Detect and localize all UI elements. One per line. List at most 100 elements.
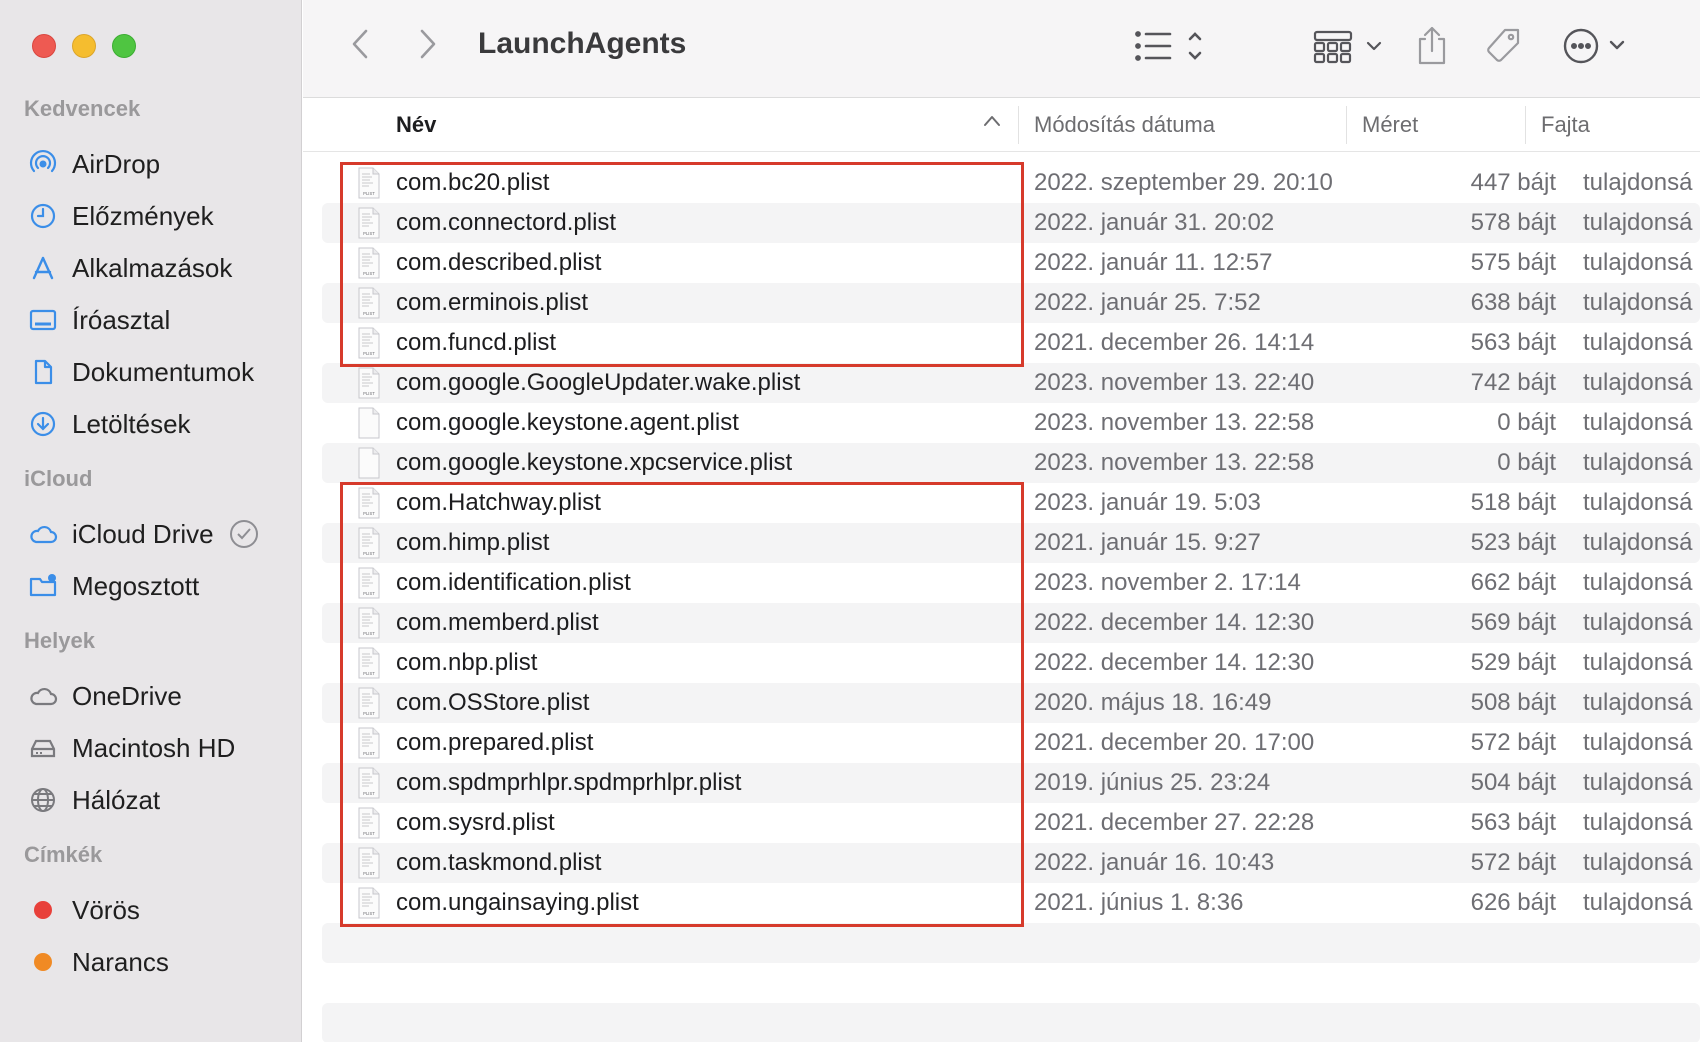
sidebar-item-icloud-drive[interactable]: iCloud Drive bbox=[26, 514, 260, 554]
file-row[interactable]: PLIST com.funcd.plist 2021. december 26. 1… bbox=[322, 323, 1700, 363]
file-row[interactable]: PLIST com.sysrd.plist 2021. december 27. 2… bbox=[322, 803, 1700, 843]
column-kind-header[interactable]: Fajta bbox=[1541, 112, 1590, 138]
chevron-right-icon bbox=[420, 29, 436, 59]
file-row[interactable]: PLIST com.nbp.plist 2022. december 14. 12:… bbox=[322, 643, 1700, 683]
window-controls bbox=[32, 34, 136, 58]
tags-button[interactable] bbox=[1483, 24, 1523, 68]
file-name: com.connectord.plist bbox=[396, 209, 617, 236]
globe-icon bbox=[26, 783, 60, 817]
file-row[interactable]: PLIST com.himp.plist 2021. január 15. 9:27… bbox=[322, 523, 1700, 563]
share-button[interactable] bbox=[1415, 24, 1449, 68]
sidebar-item-tag-red[interactable]: Vörös bbox=[26, 890, 140, 930]
file-modified-date: 2021. december 20. 17:00 bbox=[1034, 729, 1315, 756]
zoom-window-button[interactable] bbox=[112, 34, 136, 58]
file-size: 572 bájt bbox=[1470, 729, 1556, 756]
column-header: Név Módosítás dátuma Méret Fajta bbox=[303, 98, 1700, 152]
file-kind: tulajdonsá bbox=[1583, 609, 1693, 636]
file-modified-date: 2021. január 15. 9:27 bbox=[1034, 529, 1261, 556]
file-size: 518 bájt bbox=[1470, 489, 1556, 516]
file-kind: tulajdonsá bbox=[1583, 289, 1693, 316]
sidebar-item-documents[interactable]: Dokumentumok bbox=[26, 352, 254, 392]
sidebar-item-shared[interactable]: Megosztott bbox=[26, 566, 199, 606]
plist-label: PLIST bbox=[363, 751, 375, 756]
cloud-icon bbox=[26, 679, 60, 713]
blank-file-icon bbox=[358, 407, 380, 439]
file-size: 575 bájt bbox=[1470, 249, 1556, 276]
file-modified-date: 2023. november 13. 22:40 bbox=[1034, 369, 1315, 396]
file-kind: tulajdonsá bbox=[1583, 889, 1693, 916]
plist-file-icon: PLIST bbox=[358, 607, 380, 639]
sidebar-item-desktop[interactable]: Íróasztal bbox=[26, 300, 170, 340]
sidebar-item-macintosh-hd[interactable]: Macintosh HD bbox=[26, 728, 235, 768]
forward-button[interactable] bbox=[411, 26, 445, 62]
file-name: com.himp.plist bbox=[396, 529, 550, 556]
sidebar-section-places: Helyek bbox=[24, 628, 95, 653]
file-modified-date: 2023. november 2. 17:14 bbox=[1034, 569, 1301, 596]
file-row[interactable]: PLIST com.google.GoogleUpdater.wake.plist… bbox=[322, 363, 1700, 403]
file-modified-date: 2022. január 31. 20:02 bbox=[1034, 209, 1275, 236]
sidebar-item-label: Megosztott bbox=[72, 570, 200, 601]
file-row[interactable]: PLIST com.ungainsaying.plist 2021. június … bbox=[322, 883, 1700, 923]
file-name: com.nbp.plist bbox=[396, 649, 538, 676]
file-size: 504 bájt bbox=[1470, 769, 1556, 796]
file-size: 662 bájt bbox=[1470, 569, 1556, 596]
file-modified-date: 2023. november 13. 22:58 bbox=[1034, 449, 1315, 476]
file-row[interactable]: PLIST com.Hatchway.plist 2023. január 19. … bbox=[322, 483, 1700, 523]
desktop-icon bbox=[26, 303, 60, 337]
file-row[interactable]: PLIST com.taskmond.plist 2022. január 16. … bbox=[322, 843, 1700, 883]
sidebar-item-airdrop[interactable]: AirDrop bbox=[26, 144, 160, 184]
sidebar-item-tag-orange[interactable]: Narancs bbox=[26, 942, 169, 982]
plist-file-icon: PLIST bbox=[358, 727, 380, 759]
file-modified-date: 2022. január 25. 7:52 bbox=[1034, 289, 1261, 316]
file-row[interactable]: PLIST com.prepared.plist 2021. december 20… bbox=[322, 723, 1700, 763]
group-button[interactable] bbox=[1313, 24, 1385, 68]
column-divider[interactable] bbox=[1346, 106, 1347, 144]
column-divider[interactable] bbox=[1525, 106, 1526, 144]
column-name-header[interactable]: Név bbox=[396, 112, 436, 138]
sidebar-item-recents[interactable]: Előzmények bbox=[26, 196, 214, 236]
sidebar-item-label: Letöltések bbox=[72, 408, 191, 439]
close-window-button[interactable] bbox=[32, 34, 56, 58]
file-row[interactable]: PLIST com.identification.plist 2023. novem… bbox=[322, 563, 1700, 603]
file-row[interactable]: PLIST com.OSStore.plist 2020. május 18. 16… bbox=[322, 683, 1700, 723]
file-kind: tulajdonsá bbox=[1583, 169, 1693, 196]
file-kind: tulajdonsá bbox=[1583, 449, 1693, 476]
plist-file-icon: PLIST bbox=[358, 807, 380, 839]
back-button[interactable] bbox=[343, 26, 377, 62]
file-name: com.google.keystone.xpcservice.plist bbox=[396, 449, 793, 476]
file-row[interactable]: com.google.keystone.xpcservice.plist 2023… bbox=[322, 443, 1700, 483]
column-divider[interactable] bbox=[1018, 106, 1019, 144]
plist-label: PLIST bbox=[363, 671, 375, 676]
sidebar: Kedvencek AirDrop Előzmények Alkalmazáso… bbox=[0, 0, 302, 1042]
file-kind: tulajdonsá bbox=[1583, 489, 1693, 516]
file-row[interactable]: PLIST com.bc20.plist 2022. szeptember 29. … bbox=[322, 163, 1700, 203]
more-actions-button[interactable] bbox=[1563, 24, 1633, 68]
view-mode-button[interactable] bbox=[1133, 24, 1203, 68]
file-size: 563 bájt bbox=[1470, 809, 1556, 836]
file-size: 0 bájt bbox=[1497, 409, 1556, 436]
sidebar-item-network[interactable]: Hálózat bbox=[26, 780, 160, 820]
sidebar-item-label: OneDrive bbox=[72, 680, 182, 711]
file-row[interactable]: PLIST com.spdmprhlpr.spdmprhlpr.plist 2019… bbox=[322, 763, 1700, 803]
file-size: 578 bájt bbox=[1470, 209, 1556, 236]
sidebar-section-favorites: Kedvencek bbox=[24, 96, 141, 121]
file-row[interactable]: PLIST com.memberd.plist 2022. december 14.… bbox=[322, 603, 1700, 643]
sidebar-item-applications[interactable]: Alkalmazások bbox=[26, 248, 232, 288]
file-size: 523 bájt bbox=[1470, 529, 1556, 556]
sidebar-item-downloads[interactable]: Letöltések bbox=[26, 404, 191, 444]
sidebar-item-onedrive[interactable]: OneDrive bbox=[26, 676, 182, 716]
file-kind: tulajdonsá bbox=[1583, 409, 1693, 436]
column-modified-header[interactable]: Módosítás dátuma bbox=[1034, 112, 1215, 138]
minimize-window-button[interactable] bbox=[72, 34, 96, 58]
file-row[interactable]: PLIST com.erminois.plist 2022. január 25. … bbox=[322, 283, 1700, 323]
plist-label: PLIST bbox=[363, 231, 375, 236]
column-size-header[interactable]: Méret bbox=[1362, 112, 1418, 138]
file-modified-date: 2019. június 25. 23:24 bbox=[1034, 769, 1271, 796]
plist-label: PLIST bbox=[363, 191, 375, 196]
file-name: com.erminois.plist bbox=[396, 289, 589, 316]
plist-label: PLIST bbox=[363, 591, 375, 596]
file-row[interactable]: PLIST com.described.plist 2022. január 11.… bbox=[322, 243, 1700, 283]
sort-ascending-icon[interactable] bbox=[983, 114, 1001, 133]
file-row[interactable]: PLIST com.connectord.plist 2022. január 31… bbox=[322, 203, 1700, 243]
file-row[interactable]: com.google.keystone.agent.plist 2023. nov… bbox=[322, 403, 1700, 443]
